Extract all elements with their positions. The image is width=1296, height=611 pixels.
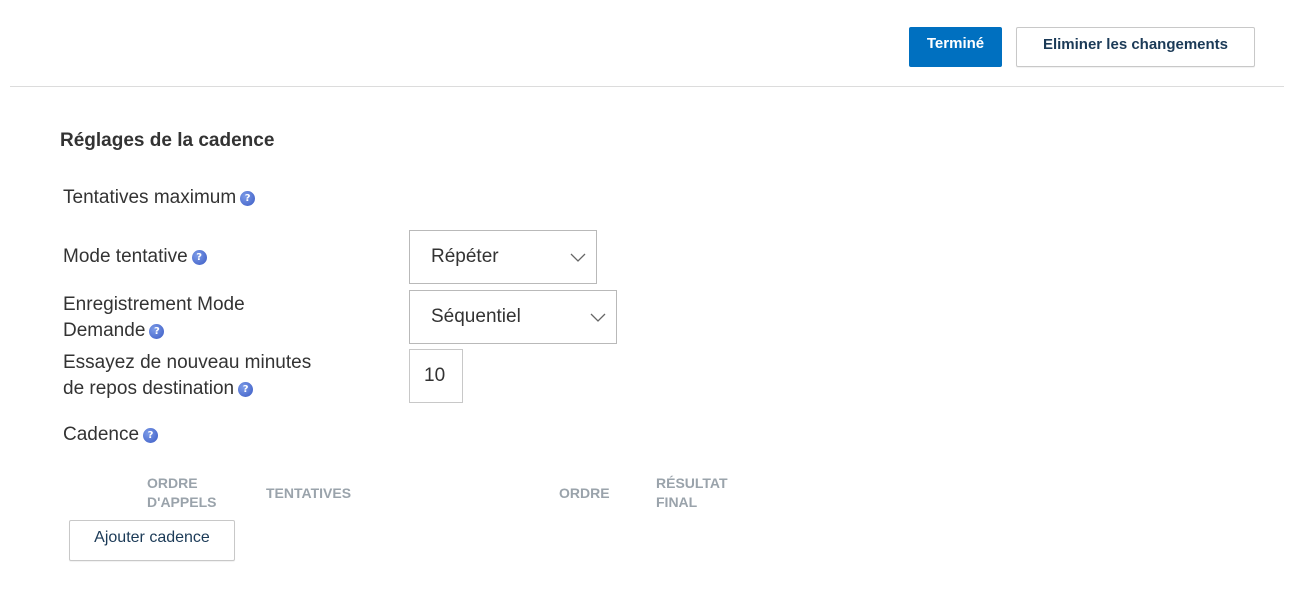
add-cadence-button[interactable]: Ajouter cadence <box>69 520 235 561</box>
help-icon[interactable]: ? <box>149 324 165 339</box>
chevron-down-icon <box>570 250 586 266</box>
attempt-mode-select[interactable]: Répéter <box>409 230 597 284</box>
attempt-mode-label-text: Mode tentative <box>63 246 188 267</box>
done-button[interactable]: Terminé <box>909 27 1002 67</box>
retry-label-line2: de repos destination <box>63 378 235 399</box>
help-icon[interactable]: ? <box>191 250 207 265</box>
column-header-line: RÉSULTAT <box>656 475 728 491</box>
column-header-line: D'APPELS <box>147 494 217 510</box>
help-icon[interactable]: ? <box>143 428 159 443</box>
record-mode-select[interactable]: Séquentiel <box>409 290 617 344</box>
help-icon[interactable]: ? <box>240 191 256 206</box>
column-header-line: FINAL <box>656 494 698 510</box>
record-mode-label-line2: Demande <box>63 320 146 341</box>
column-header-order: ORDRE <box>559 484 610 503</box>
chevron-down-icon <box>590 310 606 326</box>
discard-changes-button[interactable]: Eliminer les changements <box>1016 27 1255 67</box>
retry-label-line1: Essayez de nouveau minutes <box>63 352 312 373</box>
column-header-line: ORDRE <box>559 485 610 501</box>
column-header-line: TENTATIVES <box>266 485 352 501</box>
column-header-final-result: RÉSULTAT FINAL <box>656 474 728 512</box>
section-title: Réglages de la cadence <box>60 130 275 151</box>
retry-minutes-input[interactable]: 10 <box>409 349 463 403</box>
attempt-mode-label: Mode tentative? <box>63 244 207 270</box>
record-mode-label: Enregistrement Mode Demande? <box>63 292 245 344</box>
help-icon[interactable]: ? <box>238 382 254 397</box>
column-header-attempts: TENTATIVES <box>266 484 351 503</box>
column-header-line: ORDRE <box>147 475 198 491</box>
cadence-label-text: Cadence <box>63 424 140 445</box>
record-mode-label-line1: Enregistrement Mode <box>63 294 245 315</box>
column-header-call-order: ORDRE D'APPELS <box>147 474 216 512</box>
attempt-mode-value: Répéter <box>431 246 499 267</box>
retry-minutes-label: Essayez de nouveau minutes de repos dest… <box>63 350 311 402</box>
record-mode-value: Séquentiel <box>431 306 521 327</box>
cadence-label: Cadence? <box>63 422 159 448</box>
max-attempts-label-text: Tentatives maximum <box>63 187 237 208</box>
max-attempts-label: Tentatives maximum? <box>63 185 256 211</box>
